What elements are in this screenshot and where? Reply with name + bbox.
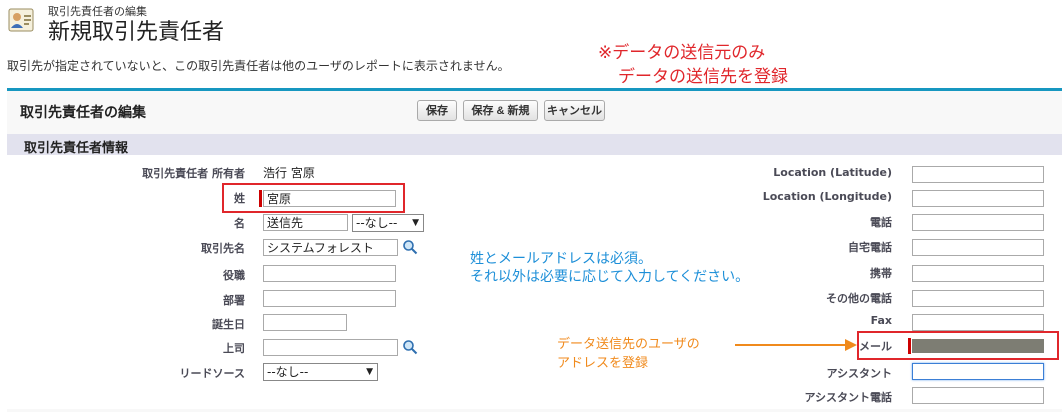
title-label: 役職 <box>223 269 245 282</box>
owner-label: 取引先責任者 所有者 <box>142 167 245 180</box>
mobile-input[interactable] <box>912 265 1044 282</box>
longitude-input[interactable] <box>912 190 1044 207</box>
page-title: 新規取引先責任者 <box>48 20 225 45</box>
section-header <box>7 134 1062 155</box>
birthdate-input[interactable] <box>263 314 347 331</box>
phone-input[interactable] <box>912 214 1044 231</box>
annotation-orange-line2: アドレスを登録 <box>557 356 649 371</box>
lead-source-label: リードソース <box>179 367 245 380</box>
owner-value: 浩行 宮原 <box>263 166 315 180</box>
annotation-red-line2: データの送信先を登録 <box>618 67 788 87</box>
home-phone-input[interactable] <box>912 239 1044 256</box>
email-label: メール <box>859 340 892 353</box>
lead-source-select[interactable]: --なし-- ▼ <box>263 363 378 381</box>
annotation-orange-line1: データ送信先のユーザの <box>557 337 700 352</box>
required-indicator <box>908 338 911 354</box>
reports-to-label: 上司 <box>223 342 245 355</box>
section-title: 取引先責任者情報 <box>24 141 129 156</box>
assistant-label: アシスタント <box>826 367 892 380</box>
birthdate-label: 誕生日 <box>212 318 245 331</box>
mobile-label: 携帯 <box>870 267 892 280</box>
cancel-button[interactable]: キャンセル <box>544 100 605 121</box>
other-phone-input[interactable] <box>912 290 1044 307</box>
first-name-label: 名 <box>234 217 245 230</box>
dropdown-arrow-icon: ▼ <box>366 367 373 377</box>
first-name-input[interactable]: 送信先 <box>263 214 348 231</box>
account-input[interactable]: システムフォレスト <box>263 239 398 256</box>
assistant-input[interactable] <box>912 363 1044 380</box>
annotation-blue-line2: それ以外は必要に応じて入力してください。 <box>470 269 750 285</box>
longitude-label: Location (Longitude) <box>762 190 892 203</box>
lookup-icon[interactable] <box>402 339 418 355</box>
salutation-value: --なし-- <box>356 216 398 230</box>
dropdown-arrow-icon: ▼ <box>412 218 419 228</box>
annotation-blue-line1: 姓とメールアドレスは必須。 <box>470 251 652 267</box>
lead-source-value: --なし-- <box>267 365 309 379</box>
phone-label: 電話 <box>870 216 892 229</box>
save-button[interactable]: 保存 <box>417 100 457 121</box>
reports-to-input[interactable] <box>263 339 398 356</box>
latitude-label: Location (Latitude) <box>773 166 892 179</box>
panel-title: 取引先責任者の編集 <box>20 105 146 121</box>
latitude-input[interactable] <box>912 166 1044 183</box>
title-input[interactable] <box>263 265 396 282</box>
department-label: 部署 <box>223 294 245 307</box>
fax-input[interactable] <box>912 314 1044 331</box>
lookup-icon[interactable] <box>402 239 418 255</box>
department-input[interactable] <box>263 290 396 307</box>
salutation-select[interactable]: --なし-- ▼ <box>352 214 424 232</box>
assistant-phone-label: アシスタント電話 <box>804 391 892 404</box>
required-indicator <box>259 190 262 207</box>
account-label: 取引先名 <box>201 242 245 255</box>
home-phone-label: 自宅電話 <box>848 241 892 254</box>
assistant-phone-input[interactable] <box>912 387 1044 404</box>
contact-card-icon <box>8 8 34 32</box>
email-input[interactable] <box>912 339 1044 353</box>
other-phone-label: その他の電話 <box>826 292 892 305</box>
page-description: 取引先が指定されていないと、この取引先責任者は他のユーザのレポートに表示されませ… <box>7 59 510 73</box>
fax-label: Fax <box>870 314 892 327</box>
save-new-button[interactable]: 保存 & 新規 <box>463 100 538 121</box>
last-name-label: 姓 <box>234 192 245 205</box>
annotation-red-line1: ※データの送信元のみ <box>598 43 766 63</box>
last-name-input[interactable]: 宮原 <box>263 190 396 207</box>
